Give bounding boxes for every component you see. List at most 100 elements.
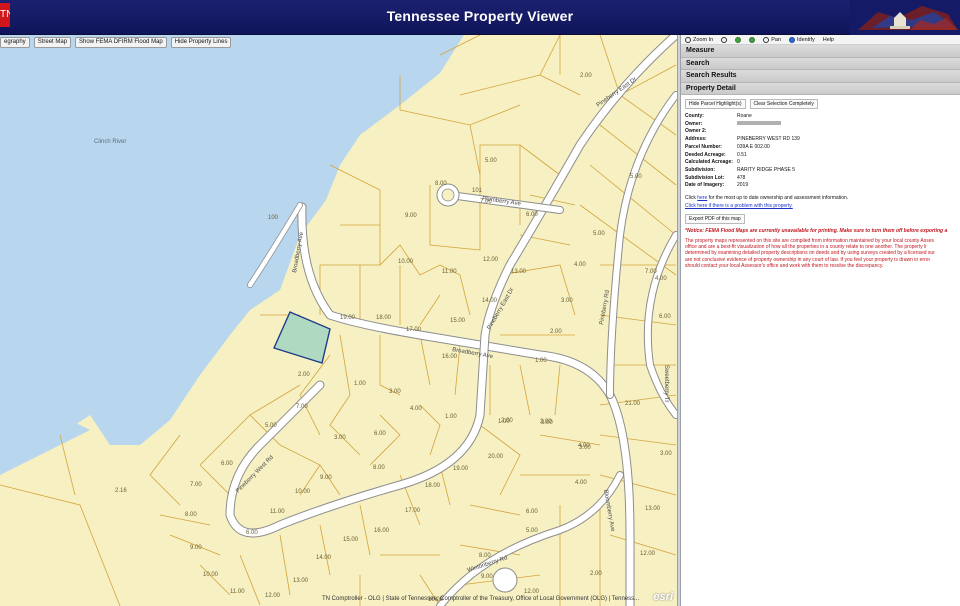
- detail-value: RARITY RIDGE PHASE 5: [737, 166, 795, 173]
- acreage-label: 1.00: [354, 381, 366, 387]
- property-detail-section-header[interactable]: Property Detail: [681, 82, 960, 95]
- acreage-label: 3.00: [579, 445, 591, 451]
- assessment-info-link[interactable]: here: [697, 195, 707, 201]
- river-label: Clinch River: [94, 139, 126, 145]
- acreage-label: 13.00: [645, 506, 661, 512]
- acreage-label: 16.00: [374, 528, 390, 534]
- acreage-label: 3.00: [389, 389, 401, 395]
- detail-row-subdivision: Subdivision: RARITY RIDGE PHASE 5: [685, 167, 956, 175]
- acreage-label: 6.00: [526, 212, 538, 218]
- detail-key: Subdivision:: [685, 166, 715, 173]
- detail-value: 2019: [737, 182, 749, 189]
- previous-extent-tool[interactable]: [735, 36, 742, 43]
- acreage-label: 5.00: [630, 174, 642, 180]
- zoom-in-tool[interactable]: Zoom In: [685, 36, 713, 43]
- acreage-label: 5.00: [593, 231, 605, 237]
- previous-extent-icon: [735, 36, 742, 43]
- detail-key: Deeded Acreage:: [685, 151, 726, 158]
- detail-value: 0: [737, 159, 740, 166]
- acreage-label: 9.00: [405, 213, 417, 219]
- detail-key: County:: [685, 113, 704, 119]
- detail-row-owner-2: Owner 2:: [685, 128, 956, 136]
- acreage-label: 12.00: [265, 593, 281, 599]
- page-title: Tennessee Property Viewer: [386, 8, 574, 24]
- acreage-label: 10.00: [398, 259, 414, 265]
- acreage-label: 11.00: [270, 509, 285, 515]
- acreage-label: 6.00: [246, 530, 258, 536]
- acreage-label: 2.16: [115, 488, 127, 494]
- help-tool[interactable]: Help: [823, 37, 834, 43]
- acreage-label: 18.00: [376, 315, 392, 321]
- zoom-out-icon: [721, 36, 728, 43]
- acreage-label: 13.00: [293, 578, 309, 584]
- fema-flood-map-button[interactable]: Show FEMA DFIRM Flood Map: [75, 37, 167, 48]
- imagery-button[interactable]: egraphy: [0, 37, 30, 48]
- road-label-bloomberry: Bloomberry Ave: [602, 489, 615, 532]
- lot-number-label: 101: [472, 188, 483, 194]
- acreage-label: 2.00: [580, 73, 592, 79]
- pan-tool[interactable]: Pan: [763, 36, 781, 43]
- acreage-label: 6.00: [221, 461, 233, 467]
- clear-selection-button[interactable]: Clear Selection Completely: [749, 99, 818, 109]
- next-extent-tool[interactable]: [749, 36, 756, 43]
- hide-property-lines-button[interactable]: Hide Property Lines: [170, 37, 232, 48]
- acreage-label: 14.00: [316, 555, 332, 561]
- side-panel: Zoom In Pan Identify Help Measure Search…: [681, 35, 960, 606]
- clinch-river-water: [0, 35, 464, 475]
- acreage-label: 3.00: [561, 298, 573, 304]
- search-results-section-header[interactable]: Search Results: [681, 70, 960, 83]
- capitol-emblem-icon: [850, 0, 960, 35]
- fema-notice: *Notice: FEMA Flood Maps are currently u…: [685, 228, 948, 235]
- acreage-label: 1.00: [498, 419, 510, 425]
- detail-row-owner: Owner:: [685, 121, 956, 129]
- disclaimer-line: determined by examining detailed propert…: [685, 250, 935, 257]
- zoom-out-tool[interactable]: [721, 36, 728, 43]
- acreage-label: 1.00: [445, 414, 457, 420]
- acreage-label: 12.00: [483, 257, 499, 263]
- zoom-in-icon: [685, 36, 691, 43]
- detail-value: 039A E 002.00: [737, 143, 770, 150]
- detail-key: Subdivision Lot:: [685, 174, 725, 181]
- redacted-owner: [737, 121, 781, 129]
- selected-parcel: [273, 311, 331, 364]
- acreage-label: 2.00: [590, 571, 602, 577]
- parcel-map[interactable]: Clinch River Plumberry Ave Pineberry Eas…: [0, 35, 677, 606]
- measure-section-header[interactable]: Measure: [681, 45, 960, 58]
- hide-parcel-highlight-button[interactable]: Hide Parcel Highlight(s): [685, 99, 746, 109]
- acreage-label: 8.00: [185, 512, 197, 518]
- export-pdf-button[interactable]: Export PDF of this map: [685, 214, 745, 225]
- detail-key: Parcel Number:: [685, 143, 722, 150]
- acreage-label: 5.00: [265, 423, 277, 429]
- detail-row-calculated-acreage: Calculated Acreage: 0: [685, 159, 956, 167]
- acreage-label: 2.00: [550, 329, 562, 335]
- acreage-label: 19.00: [340, 315, 356, 321]
- acreage-label: 8.00: [435, 181, 447, 187]
- acreage-label: 8.00: [479, 553, 491, 559]
- acreage-label: 7.00: [190, 482, 202, 488]
- map-view[interactable]: Clinch River Plumberry Ave Pineberry Eas…: [0, 35, 677, 606]
- street-map-button[interactable]: Street Map: [33, 37, 72, 48]
- acreage-label: 7.00: [296, 404, 308, 410]
- report-problem-link[interactable]: Click here if there is a problem with th…: [685, 202, 956, 210]
- road-label-pineberry-east-top: Pineberry East Dr: [596, 77, 638, 109]
- acreage-label: 17.00: [406, 327, 422, 333]
- identify-icon: [788, 36, 795, 43]
- acreage-label: 9.00: [190, 545, 202, 551]
- acreage-label: 7.00: [645, 269, 657, 275]
- disclaimer-text: The property maps represented on this si…: [685, 238, 956, 269]
- acreage-label: 4.00: [575, 480, 587, 486]
- detail-key: Address:: [685, 136, 707, 143]
- acreage-label: 12.00: [524, 589, 540, 595]
- detail-row-parcel-number: Parcel Number: 039A E 002.00: [685, 144, 956, 152]
- assessment-info-text: Click here for the most up to date owner…: [685, 194, 956, 202]
- acreage-label: 21.00: [625, 401, 641, 407]
- detail-row-address: Address: PINEBERRY WEST RD 139: [685, 136, 956, 144]
- acreage-label: 13.00: [511, 269, 527, 275]
- search-section-header[interactable]: Search: [681, 57, 960, 70]
- detail-value: 478: [737, 174, 746, 181]
- property-detail-body: Hide Parcel Highlight(s) Clear Selection…: [681, 95, 960, 273]
- acreage-label: 16.00: [442, 354, 458, 360]
- identify-tool[interactable]: Identify: [788, 36, 815, 43]
- acreage-label: 11.00: [230, 589, 245, 595]
- acreage-label: 5.00: [526, 528, 538, 534]
